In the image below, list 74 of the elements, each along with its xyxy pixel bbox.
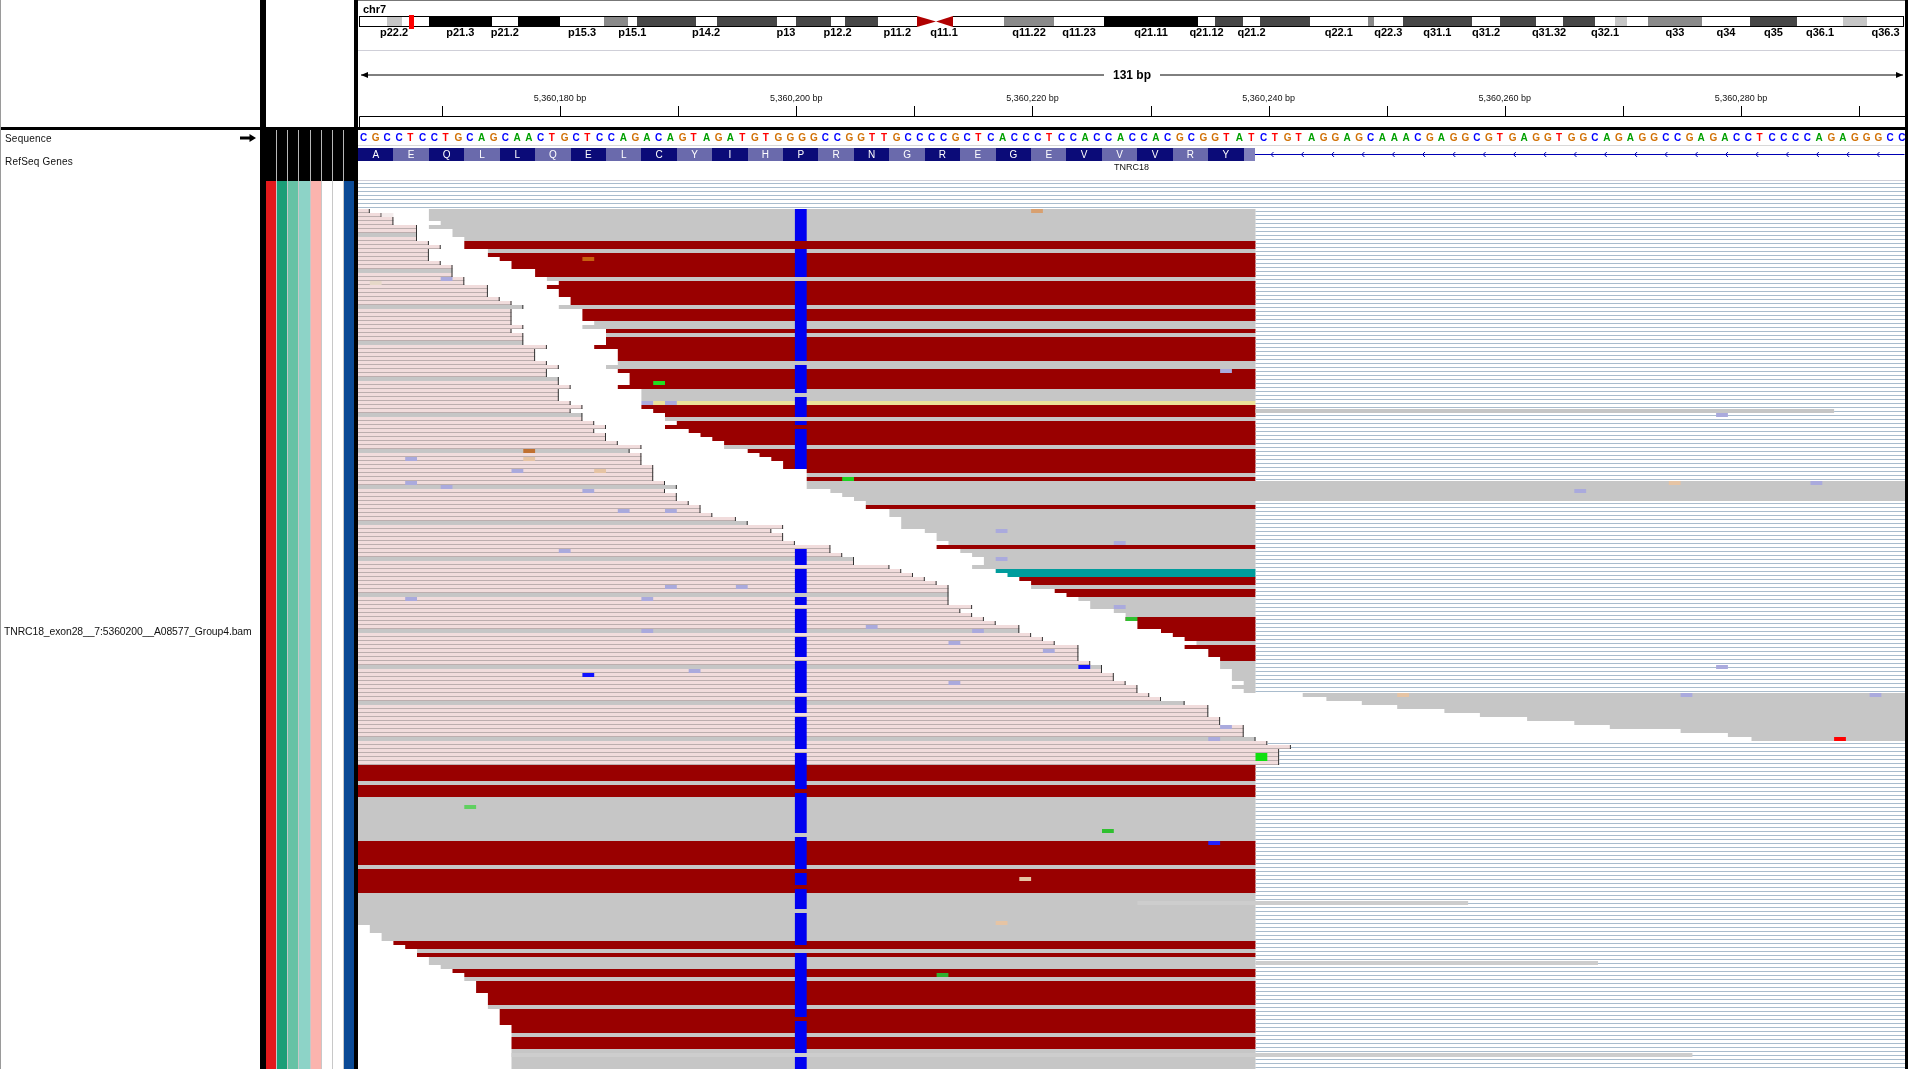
band-label: q31.2 (1471, 27, 1501, 38)
tick-label: 5,360,200 bp (770, 93, 823, 103)
chromosome-band (1750, 16, 1797, 27)
track-name[interactable]: Sequence (5, 132, 52, 144)
codon-block: I (712, 148, 748, 161)
codon-block: E (1031, 148, 1067, 161)
track-name[interactable]: TNRC18_exon28__7:5360200__A08577_Group4.bam (4, 625, 252, 637)
band-label: p12.2 (823, 27, 852, 38)
current-view-marker[interactable] (409, 15, 414, 29)
codon-block: G (889, 148, 925, 161)
codon-block: V (1137, 148, 1173, 161)
band-label: p15.1 (618, 27, 647, 38)
band-label: p15.3 (567, 27, 597, 38)
codon-block: R (1172, 148, 1209, 161)
band-label: q35 (1764, 27, 1783, 38)
band-label: p22.2 (379, 27, 409, 38)
codon-block: V (1066, 148, 1102, 161)
codon-block: Q (428, 148, 465, 161)
codon-block: Y (676, 148, 713, 161)
band-label: q36.1 (1805, 27, 1835, 38)
codon-block: L (499, 148, 536, 161)
codon-block: P (783, 148, 819, 161)
codon-block: E (570, 148, 606, 161)
chromosome-band (952, 16, 1004, 27)
codon-block: V (1101, 148, 1138, 161)
codon-block: L (464, 148, 500, 161)
tick-label: 5,360,260 bp (1478, 93, 1532, 103)
band-label: q11.1 (930, 27, 958, 38)
band-label: q33 (1665, 27, 1685, 38)
codon-block: G (995, 148, 1031, 161)
codon-block: C (641, 148, 677, 161)
band-label: p21.3 (446, 27, 475, 38)
centromere-band (916, 16, 936, 27)
band-label: p13 (776, 27, 796, 38)
codon-block: A (358, 148, 394, 161)
band-label: q22.1 (1324, 27, 1353, 38)
codon-block: E (960, 148, 996, 161)
band-label: p14.2 (691, 27, 721, 38)
codon-block: Y (1208, 148, 1244, 161)
codon-block: L (605, 148, 642, 161)
codon-block: E (393, 148, 429, 161)
band-label: q11.23 (1062, 27, 1096, 38)
chromosome-band (1004, 16, 1054, 27)
band-label: q11.22 (1012, 27, 1046, 38)
codon-block: R (924, 148, 961, 161)
tick-label: 5,360,220 bp (1006, 93, 1059, 103)
codon-block: Q (535, 148, 571, 161)
band-label: q36.3 (1871, 27, 1900, 38)
codon-block: R (818, 148, 854, 161)
band-label: q31.32 (1531, 27, 1567, 38)
gene-label: TNRC18 (1114, 162, 1149, 172)
chromosome-band (1535, 16, 1563, 27)
band-label: q22.3 (1374, 27, 1403, 38)
band-label: q31.1 (1423, 27, 1452, 38)
centromere-band (935, 16, 953, 27)
codon-block: N (853, 148, 890, 161)
chromosome-band (878, 16, 917, 27)
right-arrow-icon[interactable] (240, 134, 256, 142)
band-label: p21.2 (490, 27, 519, 38)
tick-label: 5,360,180 bp (533, 93, 587, 103)
band-label: q32.1 (1590, 27, 1620, 38)
band-label: q21.11 (1134, 27, 1168, 38)
band-label: q21.12 (1189, 27, 1224, 38)
track-name[interactable]: RefSeq Genes (5, 156, 73, 167)
tick-label: 5,360,240 bp (1242, 93, 1295, 103)
tick-label: 5,360,280 bp (1714, 93, 1768, 103)
band-label: q34 (1716, 27, 1736, 38)
band-label: q21.2 (1237, 27, 1266, 38)
chromosome-band (1702, 16, 1750, 27)
chromosome-label: chr7 (362, 2, 388, 15)
chromosome-band (1500, 16, 1536, 27)
band-label: p11.2 (883, 27, 911, 38)
span-length-label: 131 bp (1112, 68, 1152, 82)
codon-block: H (747, 148, 784, 161)
